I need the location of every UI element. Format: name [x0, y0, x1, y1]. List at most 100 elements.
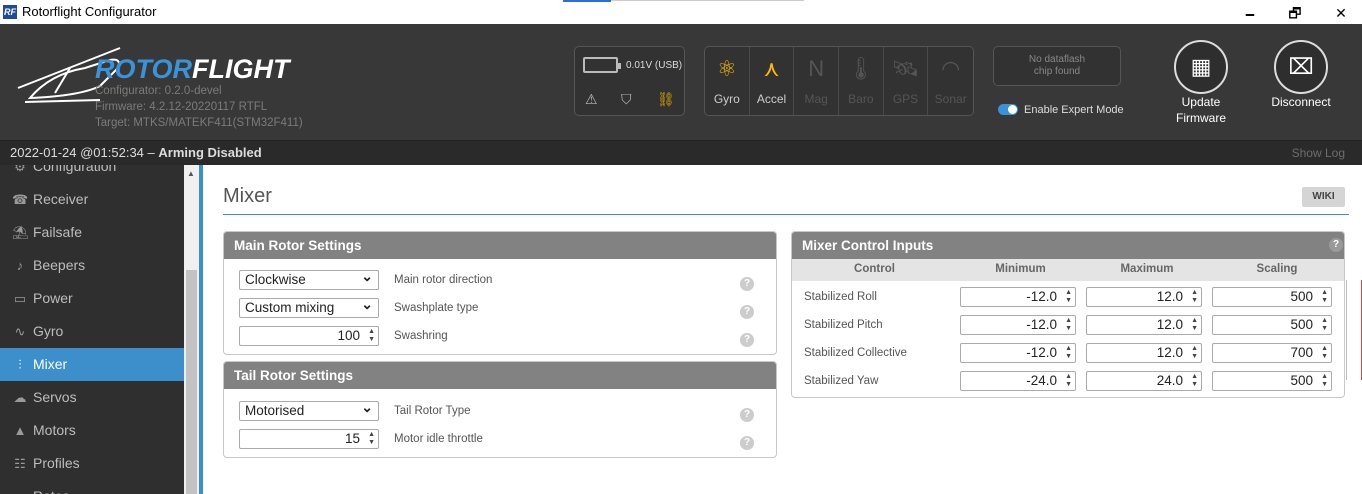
window-titlebar: RF Rotorflight Configurator 🗕 🗗 ✕ [0, 0, 1362, 24]
sidebar-item-failsafe[interactable]: ⛱ Failsafe [0, 216, 184, 249]
swashring-label: Swashring [394, 330, 448, 342]
tail-rotor-type-label: Tail Rotor Type [394, 405, 471, 417]
sidebar-item-power[interactable]: ▭ Power [0, 282, 184, 315]
battery-voltage: 0.01V (USB) [626, 60, 683, 71]
spinner-icon[interactable]: ▲ ▼ [1321, 317, 1328, 333]
sensor-label: Sonar [934, 92, 967, 106]
mixer-inputs-title: Mixer Control Inputs [792, 232, 1344, 259]
scaling-input[interactable]: 700 ▲ ▼ [1212, 343, 1332, 363]
mag-icon: N [808, 56, 825, 81]
help-icon[interactable]: ? [740, 436, 754, 450]
main-rotor-direction-select[interactable]: Clockwise [239, 267, 379, 290]
restore-button[interactable]: 🗗 [1275, 2, 1315, 24]
expert-mode-toggle[interactable] [998, 104, 1018, 115]
close-button[interactable]: ✕ [1321, 2, 1361, 24]
sidebar-item-rates[interactable]: ≡ Rates [0, 480, 184, 494]
swashring-input[interactable]: 100 ▲ ▼ [239, 326, 379, 346]
expert-mode-label: Enable Expert Mode [1024, 104, 1124, 116]
spinner-icon[interactable]: ▲ ▼ [1191, 345, 1198, 361]
main-rotor-panel: Main Rotor Settings Clockwise Main rotor… [223, 231, 777, 355]
spinner-icon[interactable]: ▲ ▼ [368, 431, 375, 447]
configurator-version: Configurator: 0.2.0-devel [95, 85, 222, 97]
spinner-icon[interactable]: ▲ ▼ [1191, 289, 1198, 305]
dataflash-line2: chip found [1033, 66, 1081, 77]
wiki-button[interactable]: WIKI [1302, 187, 1345, 207]
spinner-icon[interactable]: ▲ ▼ [1321, 345, 1328, 361]
minimum-input[interactable]: -24.0 ▲ ▼ [960, 371, 1076, 391]
sidebar-item-receiver[interactable]: ☎ Receiver [0, 183, 184, 216]
failsafe-parachute-icon: ⛉ [621, 91, 632, 107]
update-firmware-button[interactable]: ▦ [1174, 40, 1228, 94]
help-icon[interactable]: ? [740, 277, 754, 291]
page-title: Mixer [223, 185, 272, 207]
sensor-status-panel: ⚛ Gyro ⋏ Accel N Mag 🌡 Baro 🛰 GPS ◠ Sonar [704, 46, 974, 116]
help-icon[interactable]: ? [740, 408, 754, 422]
logo-flight: FLIGHT [192, 54, 290, 84]
scaling-input[interactable]: 500 ▲ ▼ [1212, 287, 1332, 307]
sidebar-item-mixer[interactable]: ⫶ Mixer [0, 348, 184, 381]
spinner-icon[interactable]: ▲ ▼ [1065, 317, 1072, 333]
maximum-input[interactable]: 12.0 ▲ ▼ [1086, 343, 1202, 363]
target-info: Target: MTKS/MATEKF411(STM32F411) [95, 117, 303, 129]
spinner-icon[interactable]: ▲ ▼ [1321, 373, 1328, 389]
sensor-baro: 🌡 Baro [839, 47, 884, 115]
maximum-value: 12.0 [1156, 345, 1183, 360]
sidebar-item-gyro[interactable]: ∿ Gyro [0, 315, 184, 348]
sensor-gyro: ⚛ Gyro [705, 47, 750, 115]
sensor-mag: N Mag [794, 47, 840, 115]
swashplate-type-select[interactable]: Custom mixing [239, 295, 379, 318]
help-icon[interactable]: ? [740, 305, 754, 319]
failsafe-icon: ⛱ [12, 225, 29, 240]
scroll-up-icon[interactable]: ▲ [187, 169, 195, 178]
sidebar-item-servos[interactable]: ☁ Servos [0, 381, 184, 414]
sidebar-item-profiles[interactable]: ☷ Profiles [0, 447, 184, 480]
sidebar-item-motors[interactable]: ▲ Motors [0, 414, 184, 447]
help-icon[interactable]: ? [1329, 238, 1343, 252]
swashring-value: 100 [337, 328, 360, 343]
gps-icon: 🛰 [891, 56, 920, 81]
power-icon: ▭ [13, 291, 27, 306]
tail-rotor-title: Tail Rotor Settings [224, 362, 776, 389]
spinner-icon[interactable]: ▲ ▼ [1065, 289, 1072, 305]
window-title: Rotorflight Configurator [22, 4, 157, 19]
motor-idle-value: 15 [344, 431, 360, 446]
disconnect-button[interactable]: ⌧ [1274, 40, 1328, 94]
tail-rotor-type-select[interactable]: Motorised [239, 398, 379, 421]
minimum-input[interactable]: -12.0 ▲ ▼ [960, 315, 1076, 335]
dataflash-status: No dataflash chip found [993, 46, 1121, 86]
maximum-input[interactable]: 12.0 ▲ ▼ [1086, 287, 1202, 307]
sidebar-item-label: Power [33, 290, 73, 306]
scaling-input[interactable]: 500 ▲ ▼ [1212, 371, 1332, 391]
spinner-icon[interactable]: ▲ ▼ [1065, 345, 1072, 361]
spinner-icon[interactable]: ▲ ▼ [1065, 373, 1072, 389]
right-edge-panel [1346, 280, 1362, 380]
gyro-icon: ⚛ [716, 56, 737, 81]
table-row: Stabilized Pitch -12.0 ▲ ▼ 12.0 ▲ ▼ 500 ▲ ▼ [792, 312, 1344, 340]
maximum-input[interactable]: 24.0 ▲ ▼ [1086, 371, 1202, 391]
scaling-value: 700 [1290, 345, 1313, 360]
scrollbar-thumb[interactable] [186, 270, 197, 494]
maximum-value: 12.0 [1156, 289, 1183, 304]
spinner-icon[interactable]: ▲ ▼ [368, 328, 375, 344]
scaling-value: 500 [1290, 373, 1313, 388]
sensor-accel: ⋏ Accel [750, 47, 795, 115]
title-divider [223, 214, 1349, 215]
show-log-link[interactable]: Show Log [1292, 146, 1345, 160]
sidebar-scrollbar[interactable]: ▲ [184, 165, 199, 494]
sidebar-item-configuration[interactable]: ⚙ Configuration [0, 165, 184, 183]
sidebar-item-label: Beepers [33, 257, 86, 273]
column-header: Maximum [1120, 263, 1174, 275]
spinner-icon[interactable]: ▲ ▼ [1321, 289, 1328, 305]
spinner-icon[interactable]: ▲ ▼ [1191, 373, 1198, 389]
scaling-value: 500 [1290, 317, 1313, 332]
minimize-button[interactable]: 🗕 [1230, 2, 1270, 24]
scaling-input[interactable]: 500 ▲ ▼ [1212, 315, 1332, 335]
maximum-input[interactable]: 12.0 ▲ ▼ [1086, 315, 1202, 335]
minimum-input[interactable]: -12.0 ▲ ▼ [960, 343, 1076, 363]
help-icon[interactable]: ? [740, 333, 754, 347]
spinner-icon[interactable]: ▲ ▼ [1191, 317, 1198, 333]
swashplate-type-label: Swashplate type [394, 302, 479, 314]
minimum-input[interactable]: -12.0 ▲ ▼ [960, 287, 1076, 307]
motor-idle-input[interactable]: 15 ▲ ▼ [239, 429, 379, 449]
sidebar-item-beepers[interactable]: ♪ Beepers [0, 249, 184, 282]
